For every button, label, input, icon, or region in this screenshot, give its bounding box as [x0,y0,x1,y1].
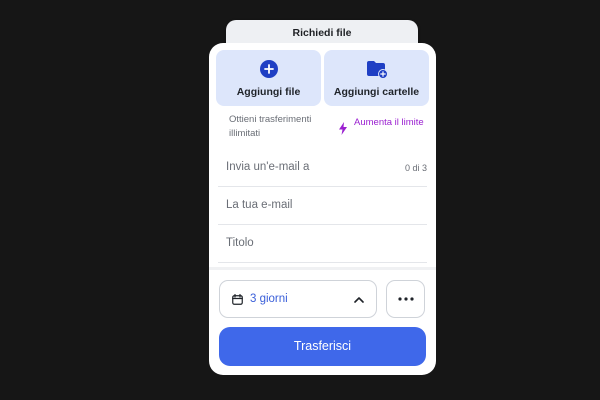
transfer-button[interactable]: Trasferisci [219,327,426,366]
upgrade-limit-link[interactable]: Aumenta il limite [338,117,430,143]
expiry-select[interactable]: 3 giorni [219,280,377,318]
section-divider [209,267,436,270]
expiry-value: 3 giorni [250,293,288,305]
transfer-panel: Aggiungi file Aggiungi cartelle Ottieni … [209,43,436,375]
sender-email-field[interactable] [226,199,386,211]
plus-circle-icon [259,60,278,78]
add-folders-label: Aggiungi cartelle [333,86,420,98]
recipient-email-field[interactable] [226,161,386,173]
title-field[interactable] [226,237,386,249]
recipient-email-row: 0 di 3 [218,149,427,187]
more-horizontal-icon [398,297,414,301]
transfer-label: Trasferisci [293,339,352,353]
upgrade-limit-label: Aumenta il limite [354,117,424,128]
request-files-tab-label: Richiedi file [292,27,352,39]
promo-text: Ottieni trasferimenti illimitati [229,114,312,139]
recipient-counter: 0 di 3 [404,163,427,173]
sender-email-row [218,187,427,225]
chevron-up-icon [354,297,364,303]
more-options-button[interactable] [386,280,425,318]
add-files-button[interactable]: Aggiungi file [216,50,321,106]
add-folders-button[interactable]: Aggiungi cartelle [324,50,429,106]
calendar-icon [232,294,243,305]
bolt-icon [339,122,347,135]
add-files-label: Aggiungi file [236,86,301,98]
folder-plus-icon [366,61,388,79]
title-row [218,225,427,263]
